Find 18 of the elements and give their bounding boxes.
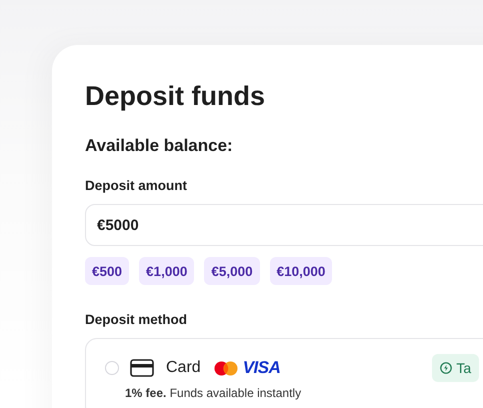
badge-text: Ta [456,360,472,376]
amount-preset-chip[interactable]: €1,000 [139,257,194,285]
balance-label: Available balance: [85,135,234,157]
credit-card-icon [130,359,154,377]
bolt-icon [440,362,452,374]
amount-preset-chip[interactable]: €5,000 [204,257,260,285]
amount-field[interactable]: €5000 [85,204,483,246]
page-title: Deposit funds [85,80,266,113]
radio-button[interactable] [105,361,119,375]
fee-note: 1% fee. Funds available instantly [125,386,302,401]
method-name: Card [166,359,201,377]
amount-label: Deposit amount [85,177,188,195]
amount-preset-chip[interactable]: €10,000 [270,257,332,285]
amount-preset-chip[interactable]: €500 [85,257,130,285]
method-option[interactable]: Card VISA Ta 1% fee. Funds available instantly [85,338,483,408]
overlapping-circles-icon [214,360,238,376]
card-brand-logo: VISA [242,358,280,378]
method-label: Deposit method [85,311,188,329]
